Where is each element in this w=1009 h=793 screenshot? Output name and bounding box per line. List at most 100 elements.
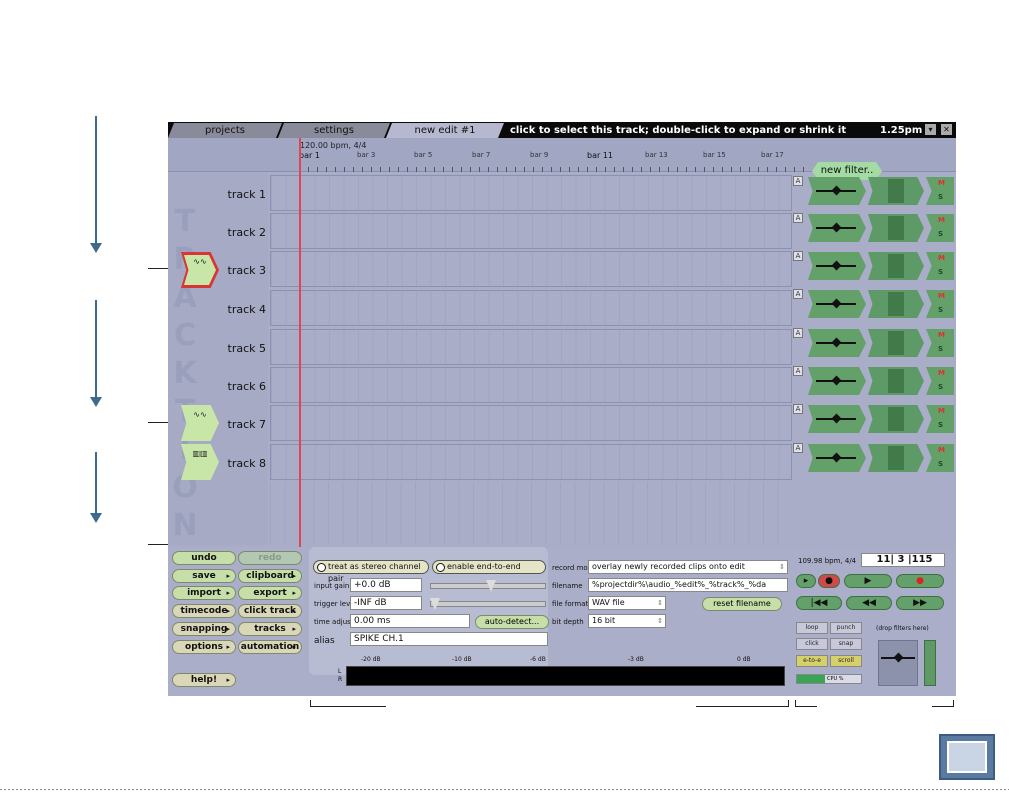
loop-button[interactable]: loop (796, 622, 828, 634)
volume-fader-filter[interactable] (808, 444, 866, 472)
click-button[interactable]: click (796, 638, 828, 650)
minimize-button[interactable]: ▾ (925, 124, 936, 135)
fader-knob[interactable] (831, 375, 842, 386)
record-arm-button[interactable]: ▸ (796, 574, 816, 588)
reset-filename-button[interactable]: reset filename (702, 597, 782, 611)
track-row[interactable] (270, 329, 792, 365)
track-row[interactable] (270, 213, 792, 249)
solo-button[interactable]: S (938, 421, 943, 429)
solo-button[interactable]: S (938, 306, 943, 314)
track-row[interactable] (270, 367, 792, 403)
snap-button[interactable]: snap (830, 638, 862, 650)
record-mode-button[interactable]: ● (818, 574, 840, 588)
filename-field[interactable]: %projectdir%\audio_%edit%_%track%_%da (588, 578, 788, 592)
clipboard-button[interactable]: clipboard ▸ (238, 569, 302, 583)
input-gain-field[interactable]: +0.0 dB (350, 578, 422, 592)
track-row[interactable] (270, 405, 792, 441)
playhead-cursor[interactable] (299, 138, 301, 550)
tab-settings[interactable]: settings (278, 123, 390, 138)
alias-field[interactable]: SPIKE CH.1 (350, 632, 548, 646)
mute-button[interactable]: M (938, 369, 945, 377)
solo-button[interactable]: S (938, 383, 943, 391)
time-adjust-field[interactable]: 0.00 ms (350, 614, 470, 628)
record-button[interactable]: ● (896, 574, 944, 588)
fader-knob[interactable] (831, 222, 842, 233)
empty-track-area[interactable] (270, 482, 792, 544)
play-button[interactable]: ▶ (844, 574, 892, 588)
rewind-button[interactable]: ◀◀ (846, 596, 892, 610)
level-meter-filter[interactable] (868, 444, 924, 472)
mute-button[interactable]: M (938, 179, 945, 187)
automation-badge[interactable]: A (793, 328, 803, 338)
volume-fader-filter[interactable] (808, 329, 866, 357)
track-name[interactable]: track 5 (208, 342, 267, 355)
volume-fader-filter[interactable] (808, 177, 866, 205)
mute-button[interactable]: M (938, 292, 945, 300)
export-button[interactable]: export ▸ (238, 586, 302, 600)
solo-button[interactable]: S (938, 193, 943, 201)
master-volume-fader[interactable] (878, 640, 918, 686)
punch-button[interactable]: punch (830, 622, 862, 634)
mute-button[interactable]: M (938, 254, 945, 262)
level-meter-filter[interactable] (868, 252, 924, 280)
solo-button[interactable]: S (938, 345, 943, 353)
fader-knob[interactable] (831, 260, 842, 271)
solo-button[interactable]: S (938, 230, 943, 238)
track-name[interactable]: track 6 (208, 380, 267, 393)
bit-depth-select[interactable]: 16 bit ⇕ (588, 614, 666, 628)
track-name[interactable]: track 1 (208, 188, 267, 201)
level-meter-filter[interactable] (868, 405, 924, 433)
volume-fader-filter[interactable] (808, 290, 866, 318)
level-meter-filter[interactable] (868, 367, 924, 395)
mute-button[interactable]: M (938, 331, 945, 339)
record-mode-select[interactable]: overlay newly recorded clips onto edit ⇕ (588, 560, 788, 574)
options-button[interactable]: options ▸ (172, 640, 236, 654)
automation-badge[interactable]: A (793, 289, 803, 299)
level-meter-filter[interactable] (868, 290, 924, 318)
rewind-to-start-button[interactable]: |◀◀ (796, 596, 842, 610)
trigger-level-field[interactable]: -INF dB (350, 596, 422, 610)
help-button[interactable]: help! ▸ (172, 673, 236, 687)
solo-button[interactable]: S (938, 460, 943, 468)
fader-knob[interactable] (893, 652, 904, 663)
close-button[interactable]: ✕ (941, 124, 952, 135)
tab-projects[interactable]: projects (168, 123, 282, 138)
fader-knob[interactable] (831, 185, 842, 196)
track-name[interactable]: track 2 (208, 226, 267, 239)
automation-button[interactable]: automation ▸ (238, 640, 302, 654)
automation-badge[interactable]: A (793, 176, 803, 186)
e-to-e-button[interactable]: e-to-e (796, 655, 828, 667)
save-button[interactable]: save ▸ (172, 569, 236, 583)
slider-thumb[interactable] (486, 580, 496, 592)
auto-detect-button[interactable]: auto-detect... (475, 615, 549, 629)
mute-button[interactable]: M (938, 216, 945, 224)
slider-thumb[interactable] (430, 598, 440, 610)
fader-knob[interactable] (831, 298, 842, 309)
transport-position[interactable]: 11| 3 |115 (861, 553, 945, 567)
level-meter-filter[interactable] (868, 329, 924, 357)
automation-badge[interactable]: A (793, 251, 803, 261)
solo-button[interactable]: S (938, 268, 943, 276)
volume-fader-filter[interactable] (808, 405, 866, 433)
volume-fader-filter[interactable] (808, 252, 866, 280)
track-row[interactable] (270, 290, 792, 326)
track-row[interactable] (270, 175, 792, 211)
volume-fader-filter[interactable] (808, 367, 866, 395)
level-meter-filter[interactable] (868, 177, 924, 205)
tracks-button[interactable]: tracks ▸ (238, 622, 302, 636)
fast-forward-button[interactable]: ▶▶ (896, 596, 944, 610)
track-row[interactable] (270, 444, 792, 480)
fader-knob[interactable] (831, 452, 842, 463)
tab-new-edit[interactable]: new edit #1 (386, 123, 504, 138)
timeline-ruler[interactable]: 120.00 bpm, 4/4 bar 1 bar 3 bar 5 bar 7 … (168, 138, 956, 172)
import-button[interactable]: import ▸ (172, 586, 236, 600)
automation-badge[interactable]: A (793, 366, 803, 376)
redo-button[interactable]: redo (238, 551, 302, 565)
undo-button[interactable]: undo (172, 551, 236, 565)
fader-knob[interactable] (831, 413, 842, 424)
automation-badge[interactable]: A (793, 443, 803, 453)
mute-button[interactable]: M (938, 407, 945, 415)
file-format-select[interactable]: WAV file ⇕ (588, 596, 666, 610)
input-gain-slider[interactable] (430, 580, 546, 592)
end-to-end-toggle[interactable]: enable end-to-end (432, 560, 546, 574)
